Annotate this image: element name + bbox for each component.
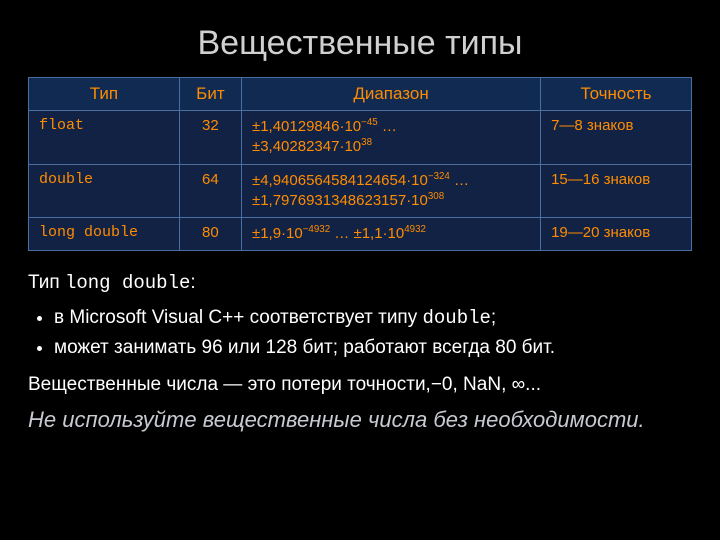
table-row: float 32 ±1,40129846·10−45 … ±3,40282347…	[29, 111, 692, 165]
code-span: double	[423, 307, 491, 329]
table-row: double 64 ±4,9406564584124654·10−324 … ±…	[29, 164, 692, 218]
cell-precision: 15—16 знаков	[541, 164, 692, 218]
cell-precision: 7—8 знаков	[541, 111, 692, 165]
range-exp: 38	[361, 137, 372, 148]
bullet-list: в Microsoft Visual C++ соответствует тип…	[28, 304, 692, 363]
range-val: ±4,9406564584124654·10	[252, 172, 428, 189]
range-val: ±1,7976931348623157·10	[252, 192, 428, 209]
range-exp: 4932	[404, 224, 426, 235]
col-bits: Бит	[179, 78, 241, 111]
cell-bits: 32	[179, 111, 241, 165]
table-row: long double 80 ±1,9·10−4932 … ±1,1·10493…	[29, 218, 692, 251]
range-val: ±1,9·10	[252, 225, 303, 242]
range-exp: 308	[428, 191, 444, 202]
range-exp: −45	[361, 117, 378, 128]
cell-range: ±1,40129846·10−45 … ±3,40282347·1038	[241, 111, 540, 165]
intro-line: Тип long double:	[28, 269, 692, 298]
range-val: ±3,40282347·10	[252, 138, 361, 155]
col-type: Тип	[29, 78, 180, 111]
range-val: … ±1,1·10	[330, 225, 404, 242]
cell-type: float	[29, 111, 180, 165]
paragraph: Вещественные числа — это потери точности…	[28, 371, 692, 400]
range-val: …	[450, 172, 469, 189]
cell-range: ±1,9·10−4932 … ±1,1·104932	[241, 218, 540, 251]
slide-title: Вещественные типы	[28, 24, 692, 63]
text: :	[190, 272, 195, 293]
code-span: long double	[65, 272, 190, 294]
body-text: Тип long double: в Microsoft Visual C++ …	[28, 269, 692, 435]
cell-range: ±4,9406564584124654·10−324 … ±1,79769313…	[241, 164, 540, 218]
cell-type: long double	[29, 218, 180, 251]
range-val: ±1,40129846·10	[252, 118, 361, 135]
text: ;	[491, 307, 496, 328]
list-item: в Microsoft Visual C++ соответствует тип…	[54, 304, 692, 333]
text: в Microsoft Visual C++ соответствует тип…	[54, 307, 423, 328]
range-val: …	[378, 118, 397, 135]
range-exp: −324	[428, 171, 450, 182]
cell-precision: 19—20 знаков	[541, 218, 692, 251]
advice-line: Не используйте вещественные числа без не…	[28, 405, 692, 435]
cell-type: double	[29, 164, 180, 218]
cell-bits: 80	[179, 218, 241, 251]
range-exp: −4932	[303, 224, 330, 235]
col-range: Диапазон	[241, 78, 540, 111]
table-header-row: Тип Бит Диапазон Точность	[29, 78, 692, 111]
text: Тип	[28, 272, 65, 293]
cell-bits: 64	[179, 164, 241, 218]
list-item: может занимать 96 или 128 бит; работают …	[54, 334, 692, 363]
col-precision: Точность	[541, 78, 692, 111]
types-table: Тип Бит Диапазон Точность float 32 ±1,40…	[28, 77, 692, 251]
